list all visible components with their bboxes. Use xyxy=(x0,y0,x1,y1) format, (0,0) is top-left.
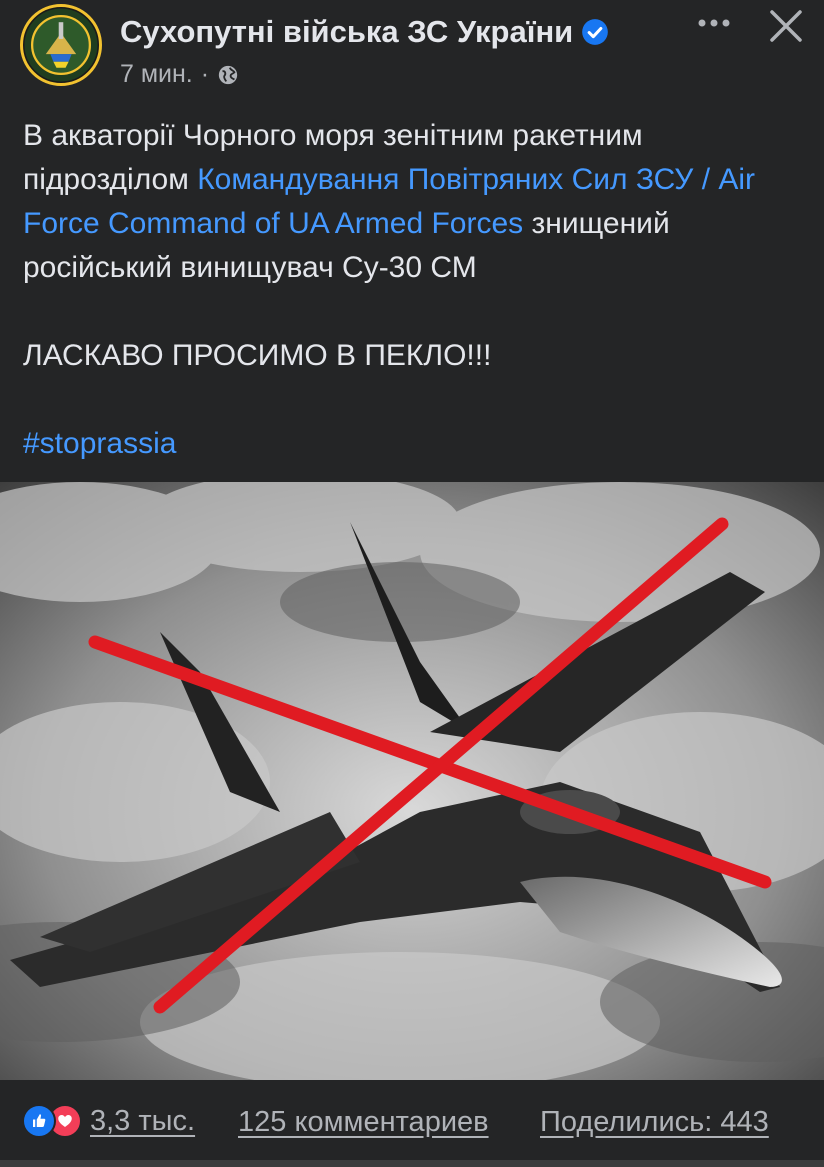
page-avatar[interactable] xyxy=(20,4,102,86)
close-icon xyxy=(770,10,802,42)
shares-link[interactable]: Поделились: 443 xyxy=(540,1106,769,1139)
more-options-button[interactable] xyxy=(694,8,734,38)
meta-separator: · xyxy=(200,60,210,88)
post-header: Сухопутні війська ЗС України 7 мин. · xyxy=(0,0,824,100)
reactions-summary[interactable]: 3,3 тыс. xyxy=(22,1104,195,1138)
like-icon xyxy=(22,1104,56,1138)
page-name-link[interactable]: Сухопутні війська ЗС України xyxy=(120,14,573,50)
post-footer: 3,3 тыс. 125 комментариев Поделились: 44… xyxy=(0,1100,824,1150)
post-meta: 7 мин. · xyxy=(120,60,239,89)
post-text: В акваторії Чорного моря зенітним ракетн… xyxy=(23,114,803,466)
fighter-jet-image xyxy=(0,482,824,1080)
post-timestamp[interactable]: 7 мин. xyxy=(120,60,193,89)
bottom-divider xyxy=(0,1160,824,1167)
reactions-count: 3,3 тыс. xyxy=(90,1104,196,1137)
unit-emblem-icon xyxy=(24,8,98,82)
post-shout: ЛАСКАВО ПРОСИМО В ПЕКЛО!!! xyxy=(23,339,492,372)
post-photo[interactable] xyxy=(0,482,824,1080)
comments-link[interactable]: 125 комментариев xyxy=(238,1106,489,1139)
verified-badge-icon xyxy=(581,18,609,46)
page-name-row: Сухопутні війська ЗС України xyxy=(120,14,609,50)
hashtag-link[interactable]: #stoprassia xyxy=(23,427,176,460)
more-dots-icon xyxy=(698,19,730,27)
close-button[interactable] xyxy=(766,6,806,46)
post-paragraph: В акваторії Чорного моря зенітним ракетн… xyxy=(23,114,803,290)
globe-icon xyxy=(217,64,239,86)
